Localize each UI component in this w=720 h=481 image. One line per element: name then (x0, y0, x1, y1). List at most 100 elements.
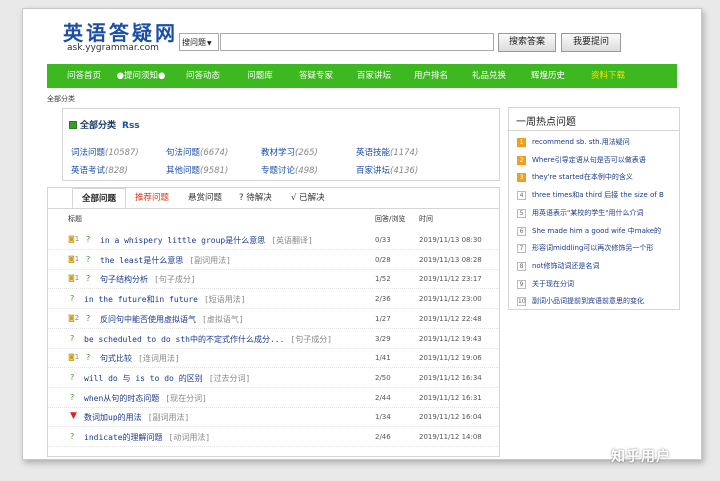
question-tag[interactable]: [动词用法] (169, 433, 211, 442)
logo-domain: ask.yygrammar.com (67, 43, 159, 53)
tab[interactable]: 全部问题 (72, 188, 126, 208)
question-title-text: 数词加up的用法 (84, 413, 142, 423)
question-tag[interactable]: [句子成分] (290, 335, 332, 344)
tab[interactable]: ? 待解决 (239, 188, 283, 208)
nav-item[interactable]: 辉煌历史 (519, 64, 577, 88)
answers-views-count: 2/44 (375, 393, 391, 402)
hot-question-item[interactable]: 9 关于现在分词 (517, 279, 677, 293)
question-title[interactable]: will do 与 is to do 的区别 [过去分词] (84, 373, 250, 384)
category-link[interactable]: 词法问题(10587) (71, 146, 139, 158)
question-time: 2019/11/12 16:34 (419, 373, 482, 382)
question-row[interactable]: ? in the future和in future [短语用法] 2/36 2019/1… (48, 289, 499, 310)
reward-icon: ◙1 (68, 235, 80, 243)
hot-question-text: Where引导定语从句是否可以做表语 (532, 155, 646, 164)
rank-badge: 9 (517, 279, 526, 289)
nav-item[interactable]: 礼品兑换 (461, 64, 517, 88)
question-mark-icon: ? (70, 333, 75, 343)
search-input[interactable] (220, 33, 494, 51)
question-row[interactable]: ▼ 数词加up的用法 [副词用法] 1/34 2019/11/12 16:04 (48, 407, 499, 428)
hot-question-item[interactable]: 7 形容词middling可以再次修饰另一个形 (517, 243, 677, 257)
question-title[interactable]: 句子结构分析 [句子成分] (100, 274, 196, 285)
category-link[interactable]: 百家讲坛(4136) (356, 164, 418, 176)
hot-question-text: She made him a good wife 中make的 (532, 226, 661, 235)
hot-question-item[interactable]: 3 they're started在本例中的含义 (517, 172, 677, 186)
hot-question-item[interactable]: 6 She made him a good wife 中make的 (517, 226, 677, 240)
answers-views-count: 2/46 (375, 433, 391, 441)
question-tag[interactable]: [副词用法] (189, 256, 231, 265)
question-tag[interactable]: [英语翻译] (271, 236, 313, 245)
nav-item[interactable]: 问题库 (235, 64, 285, 88)
hot-question-text: 关于现在分词 (532, 279, 574, 288)
question-tag[interactable]: [短语用法] (204, 295, 246, 304)
question-title-text: the least是什么意思 (100, 255, 184, 265)
question-tag[interactable]: [现在分词] (165, 394, 207, 403)
hot-question-item[interactable]: 2 Where引导定语从句是否可以做表语 (517, 155, 677, 169)
question-row[interactable]: ◙1? 句式比较 [连词用法] 1/41 2019/11/12 19:06 (48, 348, 499, 369)
category-count: (1174) (390, 148, 419, 158)
category-title-text[interactable]: 全部分类 (80, 121, 116, 131)
reward-points: 1 (74, 235, 80, 243)
question-title[interactable]: be scheduled to do sth中的不定式作什么成分... [句子成分… (84, 334, 332, 345)
category-link[interactable]: 英语考试(828) (71, 164, 128, 176)
category-name: 教材学习 (261, 148, 296, 158)
question-tag[interactable]: [句子成分] (154, 275, 196, 284)
category-name: 英语考试 (71, 166, 106, 176)
question-time: 2019/11/12 23:17 (419, 275, 482, 284)
tab[interactable]: 推荐问题 (135, 188, 179, 208)
question-tag[interactable]: [连词用法] (138, 354, 180, 363)
reward-points: 2 (74, 313, 80, 322)
question-mark-icon: ? (86, 254, 91, 264)
category-link[interactable]: 句法问题(6674) (166, 146, 228, 158)
hot-question-item[interactable]: 4 three times和a third 后接 the size of B (517, 190, 677, 204)
question-row[interactable]: ◙1? the least是什么意思 [副词用法] 0/28 2019/11/13 08… (48, 250, 499, 270)
reward-icon: ◙1 (68, 274, 80, 283)
nav-item[interactable]: ●提问须知● (111, 64, 171, 88)
hot-question-item[interactable]: 8 not修饰动词还是名词 (517, 261, 677, 275)
hot-question-item[interactable]: 1 recommend sb. sth.用法疑问 (517, 137, 677, 151)
question-time: 2019/11/12 22:48 (419, 314, 482, 323)
question-row[interactable]: ◙1? 句子结构分析 [句子成分] 1/52 2019/11/12 23:17 (48, 269, 499, 290)
nav-item[interactable]: 问答首页 (59, 64, 109, 88)
question-time: 2019/11/12 19:06 (419, 354, 482, 363)
question-title[interactable]: the least是什么意思 [副词用法] (100, 255, 231, 266)
search-type-select[interactable]: 搜问题▼ (179, 33, 219, 51)
question-title[interactable]: when从句的时态问题 [现在分词] (84, 393, 207, 404)
nav-item[interactable]: 资料下载 (579, 64, 637, 88)
breadcrumb[interactable]: 全部分类 (47, 94, 75, 104)
category-link[interactable]: 教材学习(265) (261, 146, 318, 158)
question-row[interactable]: ? be scheduled to do sth中的不定式作什么成分... [句子成… (48, 329, 499, 349)
search-answer-button[interactable]: 搜索答案 (498, 33, 556, 52)
rank-badge: 2 (517, 155, 526, 165)
site-logo[interactable]: 英语答疑网 ask.yygrammar.com (61, 17, 175, 53)
tab[interactable]: 悬赏问题 (188, 188, 232, 208)
question-row[interactable]: ? when从句的时态问题 [现在分词] 2/44 2019/11/12 16:31 (48, 388, 499, 408)
question-title[interactable]: 反问句中能否使用虚拟语气 [虚拟语气] (100, 314, 244, 325)
hot-question-item[interactable]: 10 副词小品词提前到宾语前意思的变化 (517, 296, 677, 310)
question-title[interactable]: indicate的理解问题 [动词用法] (84, 432, 210, 443)
tab[interactable]: √ 已解决 (291, 188, 335, 208)
nav-item[interactable]: 问答动态 (173, 64, 233, 88)
question-tag[interactable]: [过去分词] (209, 374, 251, 383)
question-title[interactable]: 数词加up的用法 [副词用法] (84, 412, 189, 423)
nav-item[interactable]: 用户排名 (403, 64, 459, 88)
question-title-text: be scheduled to do sth中的不定式作什么成分... (84, 334, 285, 344)
rank-badge: 10 (517, 297, 526, 307)
category-link[interactable]: 英语技能(1174) (356, 146, 418, 158)
nav-item[interactable]: 百家讲坛 (347, 64, 401, 88)
category-link[interactable]: 其他问题(9581) (166, 164, 228, 176)
question-title[interactable]: 句式比较 [连词用法] (100, 353, 180, 364)
question-row[interactable]: ◙1? in a whispery little group是什么意思 [英语翻译]… (48, 230, 499, 250)
question-tag[interactable]: [副词用法] (148, 413, 190, 422)
question-title[interactable]: in a whispery little group是什么意思 [英语翻译] (100, 235, 313, 246)
question-title[interactable]: in the future和in future [短语用法] (84, 294, 246, 305)
question-row[interactable]: ? indicate的理解问题 [动词用法] 2/46 2019/11/12 14:08 (48, 427, 499, 447)
hot-question-text: they're started在本例中的含义 (532, 173, 633, 182)
ask-question-button[interactable]: 我要提问 (561, 33, 621, 52)
category-link[interactable]: 专题讨论(498) (261, 164, 318, 176)
hot-question-item[interactable]: 5 用英语表示"某校的学生"用什么介词 (517, 208, 677, 222)
question-tag[interactable]: [虚拟语气] (202, 315, 244, 324)
rss-link[interactable]: Rss (122, 121, 140, 131)
nav-item[interactable]: 答疑专家 (287, 64, 345, 88)
question-row[interactable]: ? will do 与 is to do 的区别 [过去分词] 2/50 2019/11… (48, 368, 499, 388)
question-row[interactable]: ◙2? 反问句中能否使用虚拟语气 [虚拟语气] 1/27 2019/11/12 22:4… (48, 309, 499, 329)
